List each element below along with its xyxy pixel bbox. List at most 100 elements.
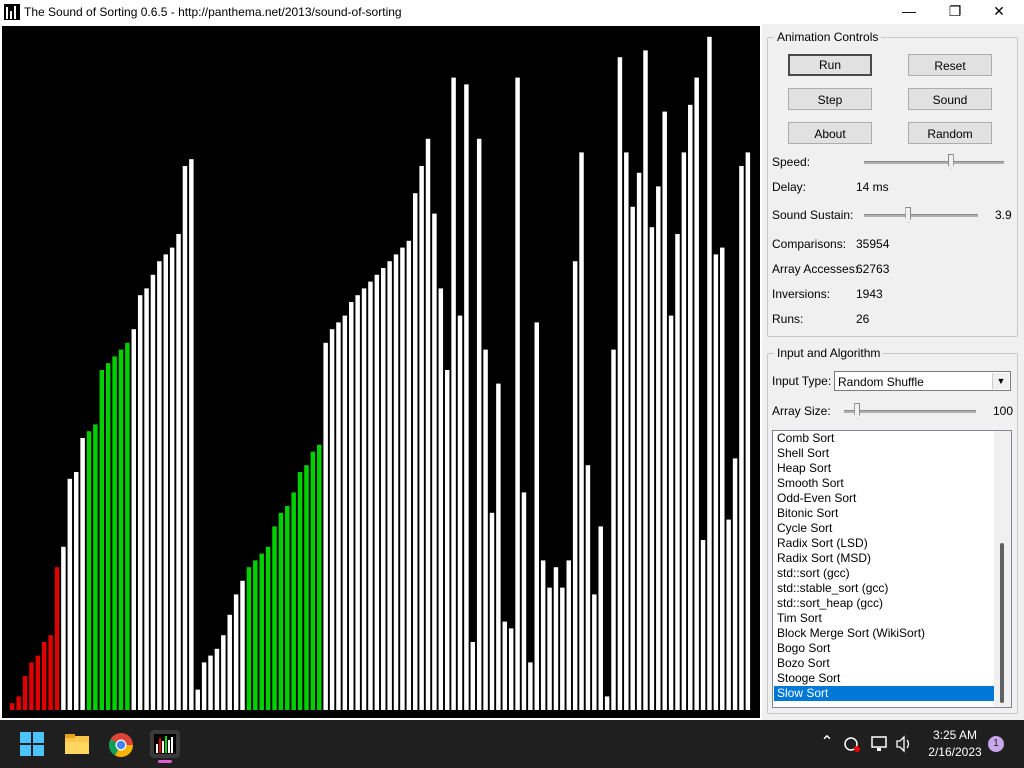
algorithm-list-item[interactable]: Tim Sort <box>774 611 995 626</box>
array-bar <box>668 315 674 710</box>
array-bar <box>86 431 92 710</box>
array-bar <box>745 152 751 710</box>
array-bar <box>221 635 226 710</box>
algorithm-list[interactable]: Comb Sort Shell Sort Heap Sort Smooth Sort O… <box>772 430 1012 708</box>
algorithm-list-item[interactable]: std::stable_sort (gcc) <box>774 581 995 596</box>
algorithm-list-item[interactable]: Bozo Sort <box>774 656 995 671</box>
array-bar <box>732 458 738 710</box>
algorithm-list-item[interactable]: Stooge Sort <box>774 671 995 686</box>
array-bar <box>547 587 552 710</box>
array-bar <box>336 322 341 710</box>
array-bar <box>118 349 124 710</box>
algorithm-list-item[interactable]: Bitonic Sort <box>774 506 995 521</box>
array-bar <box>643 50 648 710</box>
array-bar <box>726 519 731 710</box>
array-bar <box>163 254 168 710</box>
clock-time[interactable]: 3:25 AM <box>920 728 990 742</box>
array-bar <box>214 648 220 710</box>
notification-badge[interactable]: 1 <box>988 736 1004 752</box>
random-button[interactable]: Random <box>908 122 992 144</box>
array-bar <box>617 57 623 710</box>
chrome-icon[interactable] <box>108 732 134 758</box>
algorithm-list-item[interactable]: Bogo Sort <box>774 641 995 656</box>
step-button[interactable]: Step <box>788 88 872 110</box>
minimize-button[interactable]: — <box>886 0 932 24</box>
algorithm-list-item[interactable]: Slow Sort <box>774 686 995 701</box>
run-button[interactable]: Run <box>788 54 872 76</box>
array-bar <box>681 152 687 710</box>
speed-slider-thumb[interactable] <box>947 154 954 170</box>
array-bar <box>566 560 571 710</box>
array-bar <box>201 662 207 710</box>
array-bar <box>150 274 156 710</box>
array-bar <box>272 526 277 710</box>
algorithm-list-item[interactable]: Radix Sort (LSD) <box>774 536 995 551</box>
sound-sustain-value: 3.9 <box>995 208 1012 222</box>
sound-sustain-slider-thumb[interactable] <box>905 207 912 223</box>
array-bar <box>310 451 316 710</box>
array-bar <box>125 342 130 710</box>
algorithm-list-item[interactable]: Radix Sort (MSD) <box>774 551 995 566</box>
algorithm-list-item[interactable]: std::sort_heap (gcc) <box>774 596 995 611</box>
array-bar <box>707 36 712 711</box>
array-bar <box>41 642 47 710</box>
network-icon[interactable] <box>870 734 890 754</box>
array-bar <box>528 662 533 710</box>
show-hidden-icons-chevron-icon[interactable]: ⌃ <box>818 732 836 752</box>
array-bar <box>105 363 111 710</box>
algorithm-list-item[interactable]: std::sort (gcc) <box>774 566 995 581</box>
window-title: The Sound of Sorting 0.6.5 - http://pant… <box>24 5 402 19</box>
array-bar <box>80 438 85 710</box>
array-bar <box>112 356 117 710</box>
sound-of-sorting-app-icon[interactable] <box>150 730 180 763</box>
animation-controls-group: Animation Controls Run Reset Step Sound … <box>767 30 1018 337</box>
delay-label: Delay: <box>772 180 807 194</box>
array-bar <box>169 247 175 710</box>
array-bar <box>515 77 520 711</box>
array-bar <box>233 594 239 710</box>
algorithm-list-item[interactable]: Odd-Even Sort <box>774 491 995 506</box>
windows-start-icon[interactable] <box>20 732 46 756</box>
input-type-select[interactable]: Random Shuffle ▼ <box>834 371 1011 391</box>
inversions-label: Inversions: <box>772 287 831 301</box>
about-button[interactable]: About <box>788 122 872 144</box>
array-bar <box>246 567 252 710</box>
reset-button[interactable]: Reset <box>908 54 992 76</box>
maximize-button[interactable]: ❐ <box>932 0 978 24</box>
clock-date[interactable]: 2/16/2023 <box>920 745 990 759</box>
array-size-slider-thumb[interactable] <box>854 403 861 419</box>
taskbar: ⌃ 3:25 AM 2/16/2023 1 <box>0 720 1024 768</box>
algorithm-list-item[interactable]: Shell Sort <box>774 446 995 461</box>
array-bar <box>29 662 34 710</box>
array-bar <box>182 166 188 710</box>
array-bar <box>131 329 137 710</box>
sync-icon[interactable] <box>842 734 862 754</box>
array-bar <box>54 567 60 710</box>
chevron-down-icon[interactable]: ▼ <box>992 373 1009 389</box>
array-bar <box>649 227 655 710</box>
array-bar <box>10 703 15 710</box>
array-bar <box>476 138 482 711</box>
file-explorer-icon[interactable] <box>64 732 90 756</box>
close-button[interactable]: ✕ <box>976 0 1022 24</box>
array-bar <box>694 77 699 711</box>
animation-controls-title: Animation Controls <box>774 30 882 44</box>
array-bar <box>662 111 667 711</box>
sound-button[interactable]: Sound <box>908 88 992 110</box>
algorithm-list-item[interactable]: Heap Sort <box>774 461 995 476</box>
array-bar <box>297 472 303 710</box>
array-bar <box>579 152 584 710</box>
algorithm-list-scrollbar[interactable] <box>994 431 1011 707</box>
array-bar <box>189 159 194 710</box>
algorithm-list-item[interactable]: Comb Sort <box>774 431 995 446</box>
array-bar <box>387 261 392 710</box>
array-bar <box>240 580 245 710</box>
algorithm-list-item[interactable]: Smooth Sort <box>774 476 995 491</box>
algorithm-list-item[interactable]: Block Merge Sort (WikiSort) <box>774 626 995 641</box>
volume-icon[interactable] <box>894 734 914 754</box>
sound-sustain-label: Sound Sustain: <box>772 208 854 222</box>
scrollbar-thumb[interactable] <box>1000 543 1004 703</box>
algorithm-list-item[interactable]: Cycle Sort <box>774 521 995 536</box>
array-bar <box>560 587 565 710</box>
runs-label: Runs: <box>772 312 804 326</box>
